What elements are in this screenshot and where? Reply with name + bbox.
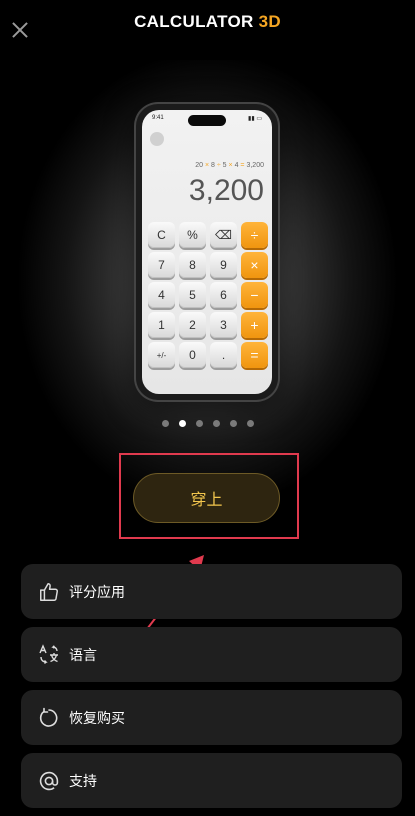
menu-item-language[interactable]: 语言: [21, 627, 402, 682]
expression-text: 20 × 8 ÷ 5 × 4 = 3,200: [195, 162, 264, 169]
at-icon: [37, 769, 61, 793]
key-percent: %: [179, 222, 206, 248]
key-multiply: ×: [241, 252, 268, 278]
page-dot[interactable]: [246, 420, 254, 427]
key-5: 5: [179, 282, 206, 308]
menu-item-restore[interactable]: 恢复购买: [21, 690, 402, 745]
key-0: 0: [179, 342, 206, 368]
key-4: 4: [148, 282, 175, 308]
key-1: 1: [148, 312, 175, 338]
key-3: 3: [210, 312, 237, 338]
apply-button[interactable]: 穿上: [133, 473, 280, 523]
page-dot[interactable]: [161, 420, 169, 427]
key-6: 6: [210, 282, 237, 308]
page-dot-active[interactable]: [178, 420, 186, 427]
key-plus: +: [241, 312, 268, 338]
page-dot[interactable]: [229, 420, 237, 427]
menu-label-support: 支持: [69, 773, 97, 790]
key-9: 9: [210, 252, 237, 278]
key-sign: +/-: [148, 342, 175, 368]
key-7: 7: [148, 252, 175, 278]
dynamic-island: [188, 115, 226, 126]
menu-label-language: 语言: [69, 647, 97, 664]
status-time: 9:41: [152, 115, 164, 121]
menu-label-restore: 恢复购买: [69, 710, 125, 727]
title-accent: 3D: [258, 12, 281, 31]
title-main: CALCULATOR: [134, 12, 254, 31]
key-clear: C: [148, 222, 175, 248]
key-equals: =: [241, 342, 268, 368]
keypad: C % ⌫ ÷ 7 8 9 × 4 5 6 − 1 2 3 + +/- 0 . …: [148, 222, 268, 368]
restore-icon: [37, 706, 61, 730]
menu-label-rate: 评分应用: [69, 584, 125, 601]
menu-item-support[interactable]: 支持: [21, 753, 402, 808]
page-indicator: [0, 420, 415, 427]
result-display: 3,200: [188, 174, 264, 207]
key-minus: −: [241, 282, 268, 308]
menu-item-rate[interactable]: 评分应用: [21, 564, 402, 619]
key-backspace: ⌫: [210, 222, 237, 248]
key-decimal: .: [210, 342, 237, 368]
page-dot[interactable]: [195, 420, 203, 427]
translate-icon: [37, 643, 61, 667]
menu-grid-icon: [150, 132, 164, 146]
key-2: 2: [179, 312, 206, 338]
page-dot[interactable]: [212, 420, 220, 427]
signal-battery-icon: ▮▮ ▭: [248, 116, 262, 122]
key-divide: ÷: [241, 222, 268, 248]
page-title: CALCULATOR 3D: [0, 12, 415, 32]
key-8: 8: [179, 252, 206, 278]
thumbs-up-icon: [37, 580, 61, 604]
phone-screen: 9:41 ▮▮ ▭ 20 × 8 ÷ 5 × 4 = 3,200 3,200 C…: [142, 110, 272, 394]
phone-preview[interactable]: 9:41 ▮▮ ▭ 20 × 8 ÷ 5 × 4 = 3,200 3,200 C…: [136, 104, 278, 400]
